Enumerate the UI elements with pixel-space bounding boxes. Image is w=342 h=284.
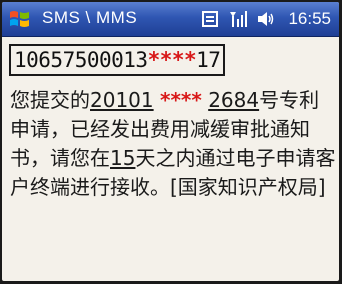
title-bar: SMS \ MMS 16:55: [2, 2, 339, 37]
message-text-1: 您提交的: [10, 88, 90, 112]
connectivity-icon[interactable]: [200, 9, 220, 29]
application-number-mask: ****: [159, 88, 202, 112]
sender-suffix: 17: [196, 48, 221, 72]
deadline-days[interactable]: 15: [110, 146, 135, 170]
windows-start-icon[interactable]: [7, 6, 33, 32]
signal-icon[interactable]: [228, 9, 248, 29]
application-number-prefix[interactable]: 20101: [90, 88, 154, 112]
speaker-icon[interactable]: [256, 9, 276, 29]
app-title: SMS \ MMS: [42, 8, 138, 27]
sender-prefix: 10657500013: [14, 48, 148, 72]
message-body: 您提交的20101 **** 2684号专利申请，已经发出费用减缓审批通知书，请…: [10, 86, 336, 202]
application-number-suffix[interactable]: 2684: [208, 88, 259, 112]
status-icons: 16:55: [200, 7, 331, 31]
clock[interactable]: 16:55: [288, 9, 331, 29]
sender-number: 10657500013****17: [9, 44, 226, 76]
sender-mask: ****: [147, 48, 197, 72]
phone-screen: SMS \ MMS 16:55 10657500013****17 您提交的20…: [2, 2, 339, 281]
